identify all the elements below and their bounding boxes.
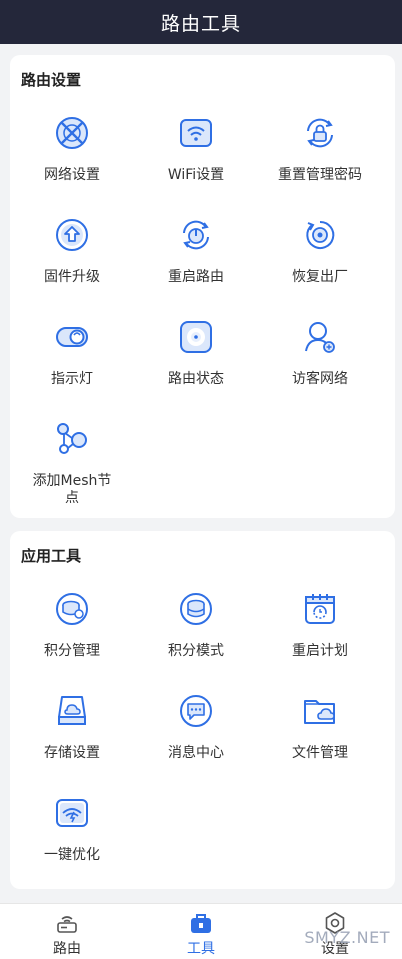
page-title: 路由工具: [160, 12, 241, 35]
network-settings-item[interactable]: 网络设置: [10, 107, 134, 209]
factory-reset-icon: [300, 215, 340, 255]
indicator-light-label: 指示灯: [51, 371, 93, 387]
app-header: 路由工具: [0, 0, 402, 44]
add-mesh-node-label: 添加Mesh节点: [32, 473, 112, 506]
reboot-schedule-label: 重启计划: [292, 643, 348, 659]
router-status-label: 路由状态: [168, 371, 224, 387]
firmware-upgrade-item[interactable]: 固件升级: [10, 209, 134, 311]
toolbox-tab-icon: [188, 910, 214, 936]
guest-network-icon: [300, 317, 340, 357]
storage-icon: [52, 691, 92, 731]
points-management-label: 积分管理: [44, 643, 100, 659]
storage-settings-label: 存储设置: [44, 745, 100, 761]
reboot-router-item[interactable]: 重启路由: [134, 209, 258, 311]
app-tools-card: 应用工具 积分管理 积分模式 重启计划 存储设置 消息中心 文件管理 一键优化: [10, 531, 395, 889]
reset-password-item[interactable]: 重置管理密码: [258, 107, 382, 209]
reboot-router-label: 重启路由: [168, 269, 224, 285]
message-center-label: 消息中心: [168, 745, 224, 761]
indicator-light-icon: [52, 317, 92, 357]
network-icon: [52, 113, 92, 153]
router-settings-grid: 网络设置 WiFi设置 重置管理密码 固件升级 重启路由 恢复出厂 指示灯 路由…: [10, 107, 395, 515]
points-management-item[interactable]: 积分管理: [10, 583, 134, 685]
add-mesh-node-item[interactable]: 添加Mesh节点: [10, 413, 134, 515]
wifi-settings-item[interactable]: WiFi设置: [134, 107, 258, 209]
router-settings-title: 路由设置: [21, 71, 82, 89]
wifi-settings-label: WiFi设置: [167, 167, 225, 183]
router-status-icon: [176, 317, 216, 357]
network-settings-label: 网络设置: [44, 167, 100, 183]
mesh-node-icon: [52, 419, 92, 459]
factory-reset-item[interactable]: 恢复出厂: [258, 209, 382, 311]
reboot-schedule-icon: [300, 589, 340, 629]
router-status-item[interactable]: 路由状态: [134, 311, 258, 413]
points-mode-icon: [176, 589, 216, 629]
file-manager-icon: [300, 691, 340, 731]
indicator-light-item[interactable]: 指示灯: [10, 311, 134, 413]
storage-settings-item[interactable]: 存储设置: [10, 685, 134, 787]
tab-tools-label: 工具: [187, 941, 215, 957]
tab-tools[interactable]: 工具: [134, 904, 268, 959]
points-mode-item[interactable]: 积分模式: [134, 583, 258, 685]
points-mode-label: 积分模式: [168, 643, 224, 659]
firmware-upgrade-label: 固件升级: [44, 269, 100, 285]
wifi-icon: [176, 113, 216, 153]
app-tools-title: 应用工具: [21, 547, 82, 565]
guest-network-item[interactable]: 访客网络: [258, 311, 382, 413]
app-tools-grid: 积分管理 积分模式 重启计划 存储设置 消息中心 文件管理 一键优化: [10, 583, 395, 889]
reboot-schedule-item[interactable]: 重启计划: [258, 583, 382, 685]
reboot-icon: [176, 215, 216, 255]
router-settings-card: 路由设置 网络设置 WiFi设置 重置管理密码 固件升级 重启路由 恢复出厂 指…: [10, 55, 395, 518]
message-center-item[interactable]: 消息中心: [134, 685, 258, 787]
tab-router-label: 路由: [53, 941, 81, 957]
file-manager-item[interactable]: 文件管理: [258, 685, 382, 787]
watermark: SMYZ.NET: [304, 928, 390, 947]
file-manager-label: 文件管理: [292, 745, 348, 761]
reset-password-label: 重置管理密码: [278, 167, 362, 183]
tab-router[interactable]: 路由: [0, 904, 134, 959]
factory-reset-label: 恢复出厂: [292, 269, 348, 285]
optimize-icon: [52, 793, 92, 833]
points-management-icon: [52, 589, 92, 629]
one-click-optimize-item[interactable]: 一键优化: [10, 787, 134, 889]
message-icon: [176, 691, 216, 731]
firmware-upgrade-icon: [52, 215, 92, 255]
reset-password-icon: [300, 113, 340, 153]
guest-network-label: 访客网络: [292, 371, 348, 387]
one-click-optimize-label: 一键优化: [44, 847, 100, 863]
router-tab-icon: [54, 910, 80, 936]
